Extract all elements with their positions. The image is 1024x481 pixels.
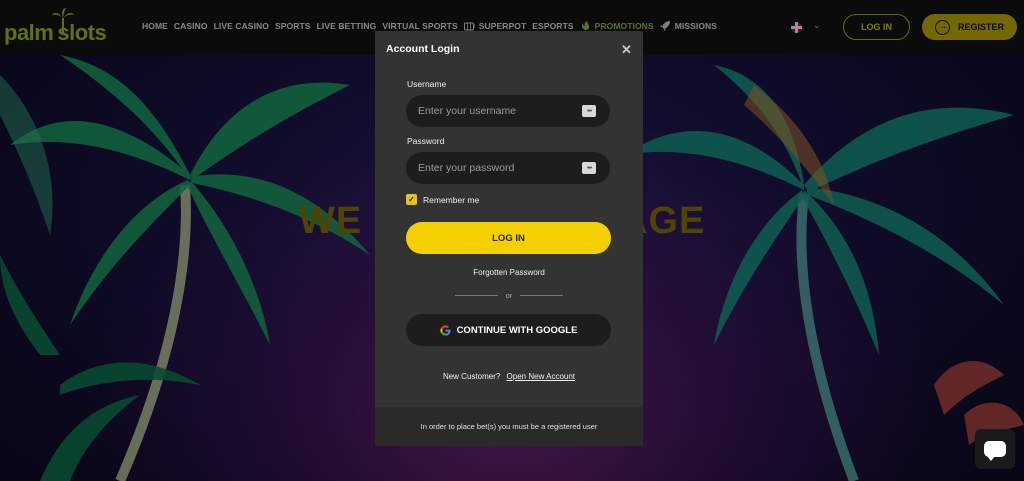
username-input[interactable]: [406, 95, 610, 127]
remember-me-checkbox[interactable]: ✓: [406, 194, 417, 205]
password-input[interactable]: [406, 152, 610, 184]
close-icon[interactable]: ✕: [621, 42, 632, 58]
modal-title: Account Login: [386, 43, 460, 55]
remember-me-label: Remember me: [423, 194, 480, 205]
password-label: Password: [407, 136, 445, 146]
google-button-label: CONTINUE WITH GOOGLE: [456, 324, 578, 336]
divider-line-right: [520, 295, 564, 296]
keyboard-icon-password[interactable]: •••: [582, 162, 596, 174]
new-customer-text: New Customer?: [442, 372, 501, 381]
open-new-account-link[interactable]: Open New Account: [507, 372, 575, 381]
chat-bubble-icon: [984, 441, 1006, 461]
login-button[interactable]: LOG IN: [406, 222, 611, 254]
or-label: or: [505, 291, 513, 300]
new-customer-row: New Customer? Open New Account: [375, 372, 643, 381]
divider-line-left: [455, 295, 498, 296]
or-divider: or: [455, 291, 564, 300]
continue-with-google-button[interactable]: CONTINUE WITH GOOGLE: [406, 314, 611, 346]
live-chat-button[interactable]: [975, 429, 1015, 469]
username-label: Username: [407, 79, 447, 89]
google-icon: [439, 324, 451, 336]
keyboard-icon[interactable]: •••: [582, 105, 596, 117]
account-login-modal: Account Login ✕ Username ••• Password ••…: [375, 31, 643, 446]
forgotten-password-link[interactable]: Forgotten Password: [375, 268, 643, 277]
modal-footer-notice: In order to place bet(s) you must be a r…: [375, 407, 643, 446]
remember-me-row[interactable]: ✓ Remember me: [406, 194, 479, 205]
